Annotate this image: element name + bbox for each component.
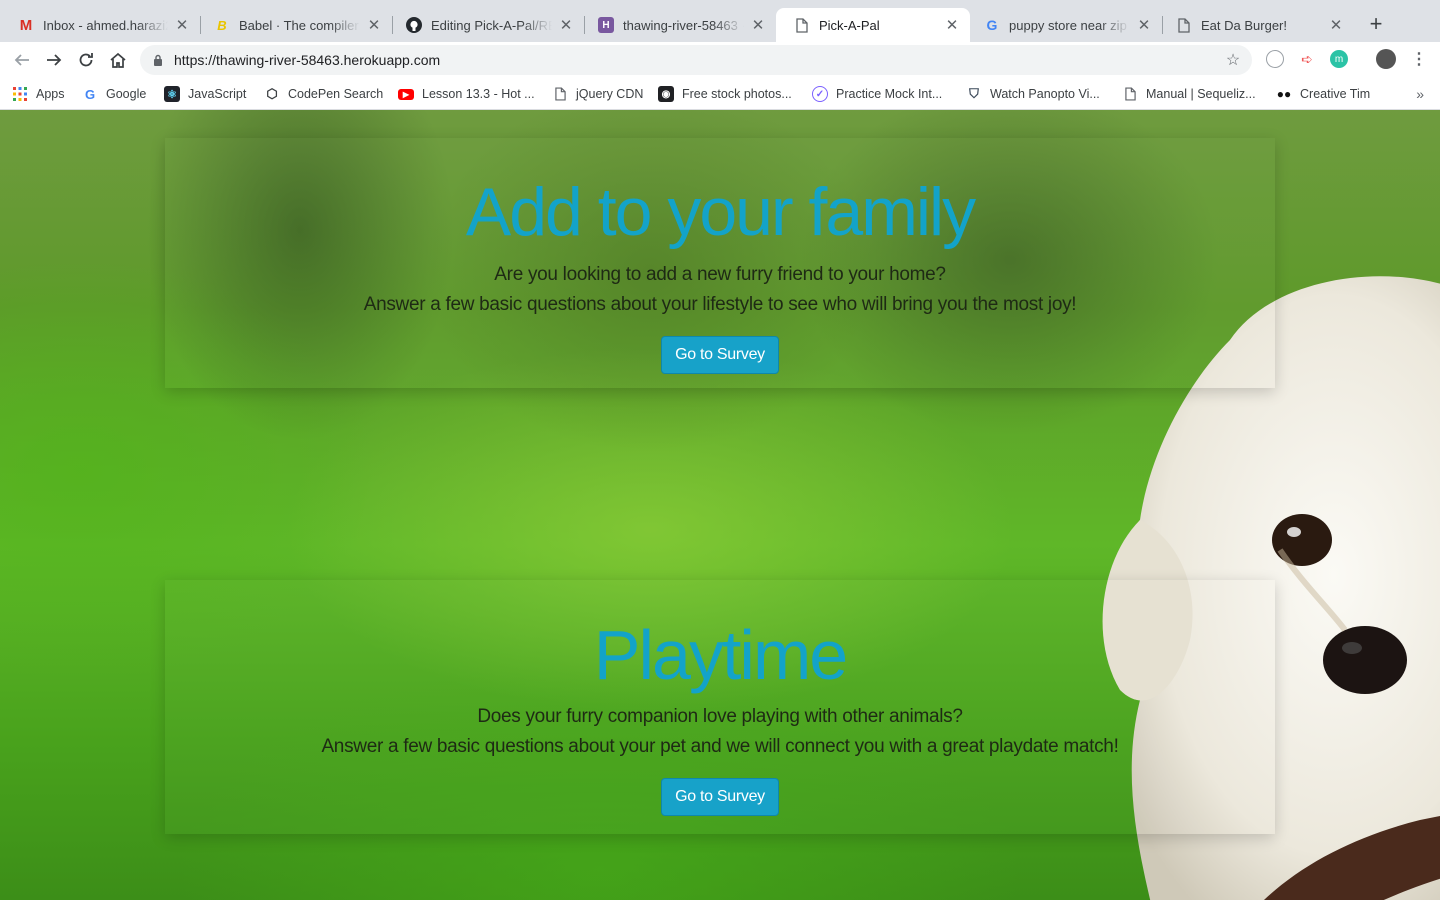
home-icon [110, 52, 126, 68]
tab-title: puppy store near zip c [1009, 17, 1130, 33]
forward-button[interactable] [42, 48, 66, 72]
address-bar[interactable]: https://thawing-river-58463.herokuapp.co… [140, 45, 1252, 75]
bookmarks-bar: Apps G Google ⚛ JavaScript ⬡ CodePen Sea… [0, 78, 1440, 110]
bookmark-label: Apps [36, 87, 65, 101]
extension-circle-icon[interactable] [1266, 50, 1284, 68]
tab-heroku[interactable]: H thawing-river-58463 · ✕ [580, 8, 776, 42]
google-icon: G [986, 17, 998, 33]
family-heading: Add to your family [465, 174, 976, 250]
url-text[interactable]: https://thawing-river-58463.herokuapp.co… [174, 52, 440, 68]
bookmark-label: jQuery CDN [576, 87, 644, 101]
bookmark-label: Manual | Sequeliz... [1146, 87, 1256, 101]
bookmark-label: JavaScript [188, 87, 247, 101]
playtime-line-1: Does your furry companion love playing w… [477, 706, 963, 727]
bookmark-mock-interview[interactable]: ✓ Practice Mock Int... [812, 84, 942, 104]
tab-title: Editing Pick-A-Pal/REA [431, 17, 552, 33]
extension-m-icon[interactable]: m [1330, 50, 1348, 68]
close-icon[interactable]: ✕ [1136, 17, 1152, 34]
tab-title: Pick-A-Pal [819, 17, 880, 33]
close-icon[interactable]: ✕ [1328, 17, 1344, 34]
family-line-2: Answer a few basic questions about your … [363, 294, 1077, 315]
babel-icon: B [217, 17, 227, 33]
playtime-survey-button[interactable]: Go to Survey [661, 778, 779, 816]
codepen-icon: ⬡ [266, 86, 278, 101]
creative-tim-icon: ●● [1276, 87, 1292, 101]
close-icon[interactable]: ✕ [174, 17, 190, 34]
bookmark-creative-tim[interactable]: ●● Creative Tim [1276, 84, 1370, 104]
gmail-icon: M [19, 16, 33, 34]
camera-icon: ◉ [658, 86, 674, 102]
tab-title: Inbox - ahmed.harazi2 [43, 17, 168, 33]
tab-eat-da-burger[interactable]: Eat Da Burger! ✕ [1158, 8, 1354, 42]
page-icon [1122, 86, 1138, 102]
tab-title: Babel · The compiler fo [239, 17, 360, 33]
bookmark-label: Lesson 13.3 - Hot ... [422, 87, 535, 101]
close-icon[interactable]: ✕ [366, 17, 382, 34]
page-icon [1176, 17, 1192, 33]
lock-icon[interactable] [152, 54, 164, 66]
bookmark-label: Free stock photos... [682, 87, 792, 101]
extension-share-icon[interactable]: ➪ [1298, 50, 1316, 68]
new-tab-button[interactable]: + [1364, 11, 1388, 36]
bookmark-apps[interactable]: Apps [12, 84, 65, 104]
bookmark-sequelize[interactable]: Manual | Sequeliz... [1122, 84, 1256, 104]
back-button[interactable] [10, 48, 34, 72]
playtime-line-2: Answer a few basic questions about your … [321, 736, 1119, 757]
apps-grid-icon [12, 86, 28, 102]
bookmark-label: Creative Tim [1300, 87, 1371, 101]
close-icon[interactable]: ✕ [750, 17, 766, 34]
reload-button[interactable] [74, 48, 98, 72]
tab-babel[interactable]: B Babel · The compiler fo ✕ [196, 8, 392, 42]
tab-pick-a-pal[interactable]: Pick-A-Pal ✕ [776, 8, 970, 42]
page-viewport: Add to your family Are you looking to ad… [0, 110, 1440, 900]
browser-toolbar: https://thawing-river-58463.herokuapp.co… [0, 42, 1440, 78]
home-button[interactable] [106, 48, 130, 72]
bookmark-label: Practice Mock Int... [836, 87, 943, 101]
shield-icon: ⛉ [969, 86, 979, 101]
tab-strip: M Inbox - ahmed.harazi2 ✕ B Babel · The … [0, 0, 1440, 42]
family-survey-button[interactable]: Go to Survey [661, 336, 779, 374]
bookmarks-overflow-chevron-icon[interactable]: » [1416, 86, 1424, 102]
close-icon[interactable]: ✕ [558, 17, 574, 34]
react-icon: ⚛ [164, 86, 180, 102]
family-line-1: Are you looking to add a new furry frien… [494, 264, 946, 285]
bookmark-stock-photos[interactable]: ◉ Free stock photos... [658, 84, 792, 104]
page-icon [794, 17, 810, 33]
bookmark-jquery[interactable]: jQuery CDN [552, 84, 643, 104]
bookmark-label: Google [106, 87, 147, 101]
profile-avatar[interactable] [1376, 49, 1396, 69]
tab-title: thawing-river-58463 · [623, 17, 744, 33]
bookmark-lesson[interactable]: ▶ Lesson 13.3 - Hot ... [398, 84, 535, 104]
checkmark-icon: ✓ [812, 86, 828, 102]
bookmark-label: CodePen Search [288, 87, 384, 101]
forward-arrow-icon [47, 54, 62, 66]
tab-google-search[interactable]: G puppy store near zip c ✕ [966, 8, 1162, 42]
tab-github[interactable]: Editing Pick-A-Pal/REA ✕ [388, 8, 584, 42]
playtime-section: Playtime Does your furry companion love … [165, 580, 1275, 834]
playtime-heading: Playtime [593, 616, 848, 694]
back-arrow-icon [14, 54, 29, 66]
heroku-icon: H [598, 17, 614, 33]
close-icon[interactable]: ✕ [944, 17, 960, 34]
bookmark-label: Watch Panopto Vi... [990, 87, 1100, 101]
reload-icon [79, 53, 93, 67]
bookmark-panopto[interactable]: ⛉ Watch Panopto Vi... [966, 84, 1100, 104]
github-icon [406, 17, 422, 33]
bookmark-google[interactable]: G Google [82, 84, 146, 104]
youtube-icon: ▶ [398, 88, 414, 100]
bookmark-star-icon[interactable]: ☆ [1224, 51, 1242, 69]
tab-gmail[interactable]: M Inbox - ahmed.harazi2 ✕ [0, 8, 200, 42]
tab-title: Eat Da Burger! [1201, 17, 1287, 33]
family-section: Add to your family Are you looking to ad… [165, 138, 1275, 388]
menu-kebab-icon[interactable]: ⋮ [1410, 50, 1428, 68]
page-icon [552, 86, 568, 102]
bookmark-codepen[interactable]: ⬡ CodePen Search [264, 84, 383, 104]
google-icon: G [84, 86, 96, 102]
bookmark-javascript[interactable]: ⚛ JavaScript [164, 84, 246, 104]
